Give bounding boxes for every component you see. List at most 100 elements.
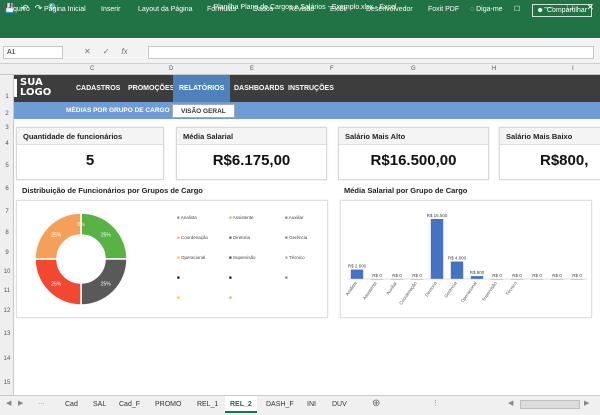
- logo: SUA LOGO: [14, 77, 54, 99]
- redo-icon[interactable]: ↷: [35, 3, 43, 14]
- fx-icon[interactable]: fx: [121, 47, 127, 56]
- sheet-tab-duv[interactable]: DUV: [327, 396, 352, 413]
- row-header[interactable]: 10: [0, 269, 14, 275]
- kpi-card-max-salary: Salário Mais Alto R$16.500,00: [338, 127, 489, 180]
- donut-legend-item[interactable]: ■ Supervisão: [229, 255, 255, 260]
- share-button[interactable]: ☻ Compartilhar: [531, 4, 592, 17]
- bar-category-label: Técnico: [505, 280, 518, 296]
- donut-legend-item[interactable]: ■ Assistente: [229, 215, 254, 220]
- column-header[interactable]: E: [250, 66, 254, 72]
- donut-legend-item[interactable]: ■ Coordenação: [177, 235, 208, 240]
- tab-desenvolvedor[interactable]: Desenvolvedor: [366, 6, 413, 13]
- tab-formulas[interactable]: Fórmulas: [207, 6, 236, 13]
- column-header[interactable]: F: [330, 66, 334, 72]
- tab-inserir[interactable]: Inserir: [101, 6, 120, 13]
- tab-foxit-pdf[interactable]: Foxit PDF: [428, 6, 459, 13]
- nav-cadastros[interactable]: CADASTROS: [70, 75, 126, 102]
- bar[interactable]: [430, 219, 444, 279]
- column-header[interactable]: I: [572, 66, 574, 72]
- sheet-tab-ini[interactable]: INI: [302, 396, 321, 413]
- tab-layout[interactable]: Layout da Página: [138, 6, 193, 13]
- column-headers: C D E F G H I: [0, 64, 600, 75]
- row-header[interactable]: 15: [0, 380, 14, 386]
- donut-legend-item[interactable]: ■: [177, 275, 180, 280]
- sheet-tab-cad-f[interactable]: Cad_F: [114, 396, 145, 413]
- legend-label: Supervisão: [232, 255, 256, 260]
- tab-dados[interactable]: Dados: [253, 6, 273, 13]
- legend-label: Gerência: [288, 235, 308, 240]
- subtab-visao-geral[interactable]: VISÃO GERAL: [172, 104, 235, 118]
- formula-input[interactable]: [148, 46, 594, 59]
- kpi-title: Média Salarial: [177, 128, 326, 145]
- row-header[interactable]: 9: [0, 250, 14, 256]
- column-header[interactable]: H: [492, 66, 496, 72]
- row-header[interactable]: 13: [0, 331, 14, 337]
- sheet-tab-rel-1[interactable]: REL_1: [192, 396, 223, 413]
- bar-category-label: Operacional: [460, 281, 478, 304]
- row-header[interactable]: 3: [0, 125, 14, 131]
- donut-legend-item[interactable]: ■: [177, 295, 180, 300]
- donut-chart: 25% 25% 25% 25% 0%: [34, 212, 128, 306]
- column-header[interactable]: G: [411, 66, 416, 72]
- sheet-tab-dash-f[interactable]: DASH_F: [261, 396, 299, 413]
- nav-relatorios[interactable]: RELATÓRIOS: [173, 75, 231, 102]
- donut-legend-item[interactable]: ■ Analista: [177, 215, 197, 220]
- kpi-title: Salário Mais Alto: [339, 128, 488, 145]
- row-header[interactable]: 1: [0, 94, 14, 100]
- bar-data-label: R$ 0: [492, 273, 502, 278]
- tab-pagina-inicial[interactable]: Página Inicial: [44, 6, 86, 13]
- donut-chart-panel[interactable]: 25% 25% 25% 25% 0% ■ Analista ■ Assistente ■ A…: [16, 200, 328, 318]
- column-header[interactable]: C: [90, 66, 94, 72]
- kpi-title: Salário Mais Baixo: [500, 128, 600, 145]
- bar[interactable]: [470, 276, 484, 279]
- tab-exibir[interactable]: Exibir: [330, 6, 348, 13]
- more-sheets-icon[interactable]: …: [38, 399, 45, 406]
- cancel-icon[interactable]: ✕: [84, 47, 91, 56]
- donut-legend-item[interactable]: ■ Gerência: [285, 235, 307, 240]
- donut-legend-item[interactable]: ■ Diretoria: [229, 235, 250, 240]
- row-header[interactable]: 11: [0, 288, 14, 294]
- row-header[interactable]: 7: [0, 209, 14, 215]
- name-box[interactable]: A1: [3, 46, 63, 59]
- nav-instrucoes[interactable]: INSTRUÇÕES: [282, 75, 340, 102]
- row-header[interactable]: 8: [0, 230, 14, 236]
- subtab-medias-grupo[interactable]: MÉDIAS POR GRUPO DE CARGO: [58, 104, 178, 118]
- tell-me-search[interactable]: ◌ Diga-me: [470, 6, 503, 13]
- tab-scroll-right-icon[interactable]: ▶: [18, 399, 23, 407]
- tab-scroll-left-icon[interactable]: ◀: [6, 399, 11, 407]
- donut-legend-item[interactable]: ■ Operacional: [177, 255, 205, 260]
- row-header[interactable]: 4: [0, 141, 14, 147]
- sheet-tab-sal[interactable]: SAL: [88, 396, 111, 413]
- tab-revisao[interactable]: Revisão: [289, 6, 314, 13]
- add-sheet-icon[interactable]: ⊕: [372, 398, 380, 409]
- bar[interactable]: [450, 261, 464, 279]
- donut-legend-item[interactable]: ■: [229, 295, 232, 300]
- legend-swatch-icon: ■: [177, 275, 180, 280]
- enter-icon[interactable]: ✓: [103, 47, 110, 56]
- nav-dashboards[interactable]: DASHBOARDS: [228, 75, 290, 102]
- row-header[interactable]: 2: [0, 111, 14, 117]
- bar-chart-panel[interactable]: R$ 2.600 Analista R$ 0 Assistente R$ 0 Auxili…: [340, 200, 592, 318]
- tab-arquivo[interactable]: Arquivo: [6, 6, 30, 13]
- column-header[interactable]: D: [169, 66, 173, 72]
- row-header[interactable]: 6: [0, 186, 14, 192]
- row-header[interactable]: 12: [0, 308, 14, 314]
- sheet-tab-rel-2[interactable]: REL_2: [225, 396, 257, 413]
- row-header[interactable]: 5: [0, 163, 14, 169]
- donut-legend-item[interactable]: ■ Auxiliar: [285, 215, 304, 220]
- row-header[interactable]: 14: [0, 356, 14, 362]
- options-icon[interactable]: ⋮: [432, 399, 439, 407]
- donut-legend-item[interactable]: ■: [229, 275, 232, 280]
- bar[interactable]: [350, 269, 364, 279]
- hscroll-right-icon[interactable]: ▶: [584, 399, 589, 407]
- hscroll-left-icon[interactable]: ◀: [508, 399, 513, 407]
- sheet-tab-promo[interactable]: PROMO: [150, 396, 186, 413]
- comments-icon[interactable]: ☐: [514, 5, 520, 13]
- donut-legend-item[interactable]: ■ Técnico: [285, 255, 305, 260]
- sheet-tab-cad[interactable]: Cad: [60, 396, 83, 413]
- horizontal-scrollbar[interactable]: [520, 400, 580, 409]
- nav-promocoes[interactable]: PROMOÇÕES: [122, 75, 180, 102]
- donut-legend-item[interactable]: ■: [285, 275, 288, 280]
- bar-chart-title: Média Salarial por Grupo de Cargo: [344, 186, 468, 195]
- bar-category-label: Diretoria: [424, 280, 438, 297]
